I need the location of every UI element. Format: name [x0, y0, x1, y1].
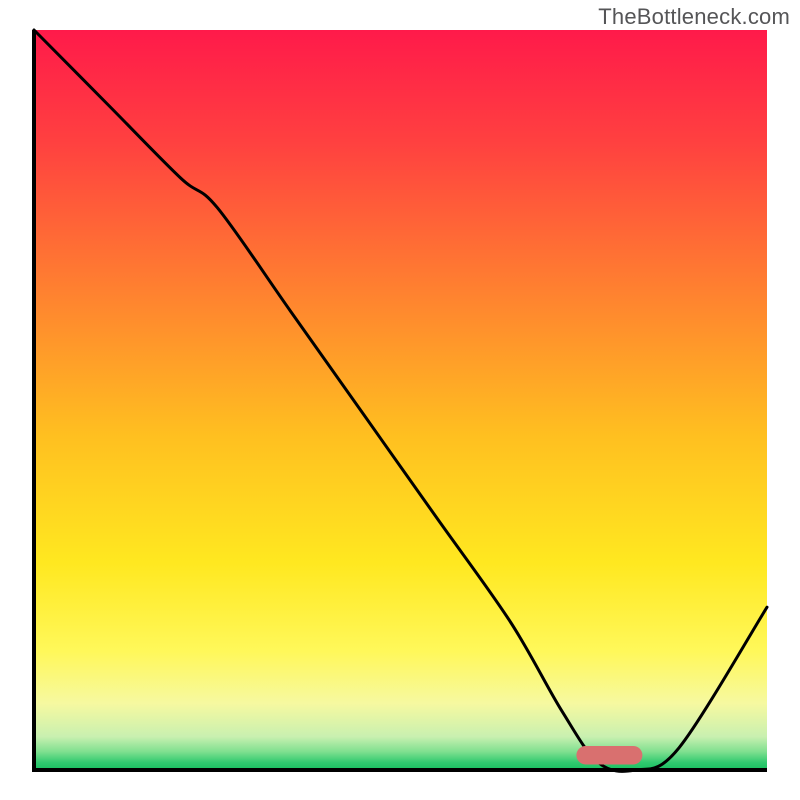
optimal-range-marker: [576, 746, 642, 765]
chart-canvas: TheBottleneck.com: [0, 0, 800, 800]
bottleneck-plot: [0, 0, 800, 800]
